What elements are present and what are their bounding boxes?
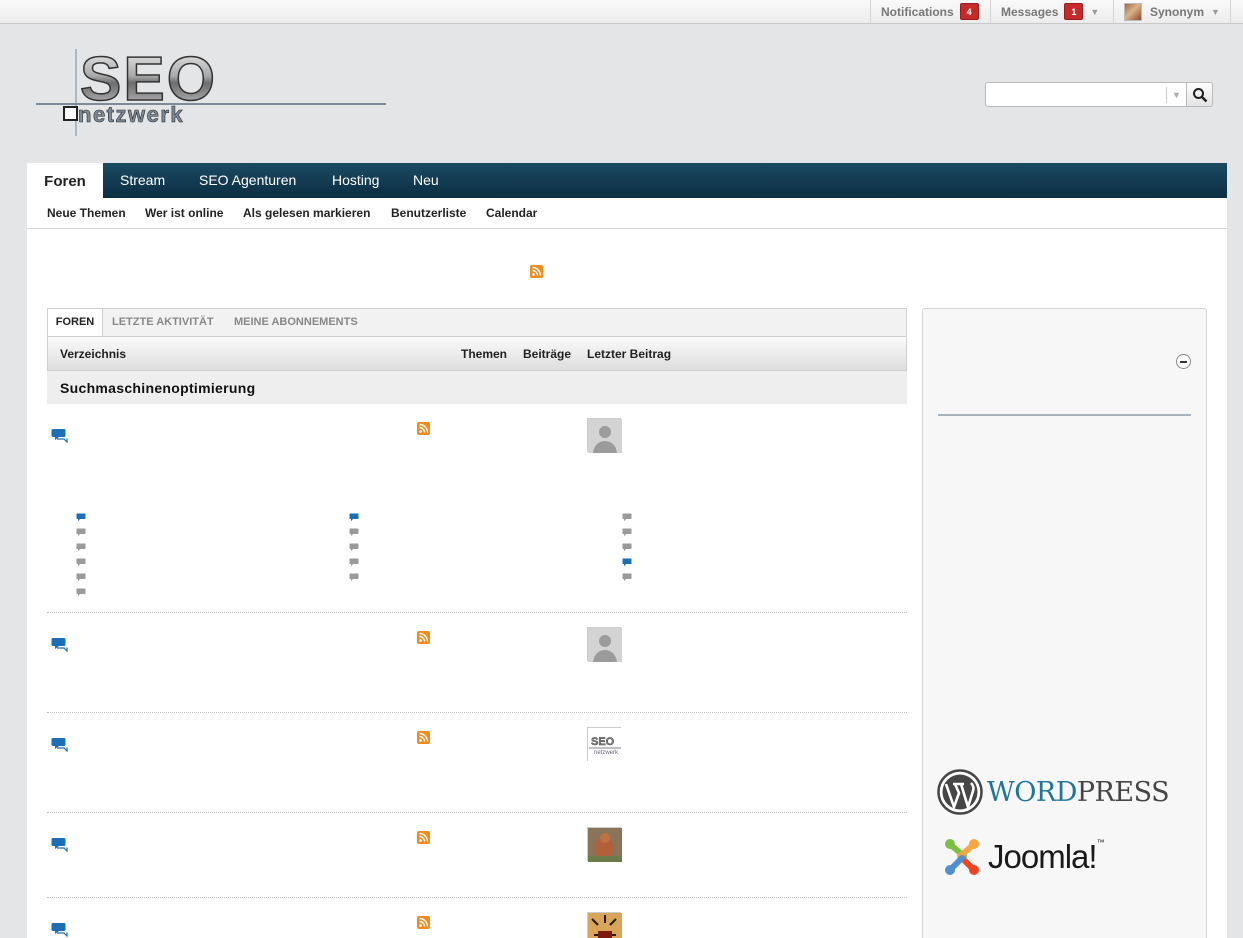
user-name: Synonym bbox=[1150, 4, 1205, 19]
top-bar: Notifications 4 Messages 1 ▼ Synonym ▼ bbox=[0, 0, 1243, 24]
rss-icon[interactable] bbox=[530, 265, 543, 278]
subnav-neue-themen[interactable]: Neue Themen bbox=[47, 206, 126, 220]
search-icon bbox=[1192, 87, 1207, 102]
search-options-dropdown[interactable]: ▼ bbox=[1166, 87, 1186, 103]
tab-foren[interactable]: FOREN bbox=[48, 309, 103, 338]
last-poster-avatar[interactable]: SEO netzwerk bbox=[587, 727, 622, 762]
chevron-down-icon: ▼ bbox=[1090, 6, 1100, 17]
sub-nav: Neue Themen Wer ist online Als gelesen m… bbox=[27, 198, 1227, 229]
wordpress-wordmark: WordPress bbox=[987, 776, 1170, 808]
site-logo[interactable]: SEO netzwerk bbox=[36, 44, 388, 136]
subnav-wer-ist-online[interactable]: Wer ist online bbox=[145, 206, 223, 220]
search-input[interactable]: ▼ bbox=[985, 82, 1187, 107]
last-poster-avatar[interactable] bbox=[587, 912, 622, 938]
subforum-icon[interactable] bbox=[622, 524, 632, 537]
subnav-calendar[interactable]: Calendar bbox=[486, 206, 537, 220]
forum-status-icon[interactable] bbox=[51, 921, 69, 938]
subforum-icon[interactable] bbox=[349, 509, 359, 522]
row-divider bbox=[47, 812, 907, 813]
nav-tab-hosting[interactable]: Hosting bbox=[332, 163, 379, 198]
wordpress-logo[interactable]: WordPress bbox=[937, 769, 1170, 815]
forum-status-icon[interactable] bbox=[51, 427, 69, 444]
nav-tab-foren[interactable]: Foren bbox=[27, 163, 103, 199]
last-poster-avatar[interactable] bbox=[587, 418, 622, 453]
subforum-icon[interactable] bbox=[76, 584, 86, 597]
subforum-icon[interactable] bbox=[349, 539, 359, 552]
messages-label: Messages bbox=[1001, 4, 1059, 19]
last-poster-avatar[interactable] bbox=[587, 627, 622, 662]
collapse-icon[interactable] bbox=[1176, 354, 1191, 369]
nav-tab-neu[interactable]: Neu bbox=[413, 163, 439, 198]
subforum-icon[interactable] bbox=[349, 524, 359, 537]
messages-menu[interactable]: Messages 1 ▼ bbox=[990, 0, 1109, 23]
joomla-logo[interactable]: Joomla!™ bbox=[942, 836, 1105, 878]
section-title: Suchmaschinenoptimierung bbox=[60, 380, 256, 396]
row-divider bbox=[47, 612, 907, 613]
subforum-icon[interactable] bbox=[76, 539, 86, 552]
column-letzter-beitrag: Letzter Beitrag bbox=[587, 347, 672, 361]
subforum-icon[interactable] bbox=[349, 554, 359, 567]
row-divider bbox=[47, 712, 907, 713]
subforum-icon[interactable] bbox=[349, 569, 359, 582]
forum-status-icon[interactable] bbox=[51, 636, 69, 653]
subforum-icon[interactable] bbox=[622, 539, 632, 552]
subforum-icon[interactable] bbox=[622, 554, 632, 567]
last-poster-avatar[interactable] bbox=[587, 827, 622, 862]
rss-icon[interactable] bbox=[417, 731, 430, 744]
joomla-wordmark: Joomla!™ bbox=[988, 838, 1105, 875]
notifications-label: Notifications bbox=[881, 4, 954, 19]
forum-section-header[interactable]: Suchmaschinenoptimierung bbox=[47, 371, 907, 404]
tab-meine-abonnements[interactable]: MEINE ABONNEMENTS bbox=[234, 309, 358, 337]
sidebar-divider bbox=[938, 414, 1191, 416]
subforum-icon[interactable] bbox=[622, 509, 632, 522]
logo-text-netzwerk: netzwerk bbox=[78, 102, 184, 127]
subforum-icon[interactable] bbox=[76, 554, 86, 567]
subforum-icon[interactable] bbox=[76, 509, 86, 522]
wordpress-icon bbox=[937, 769, 983, 815]
forum-tabs: FOREN LETZTE AKTIVITÄT MEINE ABONNEMENTS bbox=[47, 308, 907, 338]
rss-icon[interactable] bbox=[417, 831, 430, 844]
search-button[interactable] bbox=[1186, 82, 1213, 107]
notifications-menu[interactable]: Notifications 4 bbox=[870, 0, 989, 23]
nav-tab-stream[interactable]: Stream bbox=[120, 163, 165, 198]
tab-letzte-aktivitaet[interactable]: LETZTE AKTIVITÄT bbox=[112, 309, 214, 337]
subforum-icon[interactable] bbox=[76, 524, 86, 537]
main-nav: Foren Stream SEO Agenturen Hosting Neu bbox=[27, 163, 1227, 199]
subnav-als-gelesen-markieren[interactable]: Als gelesen markieren bbox=[243, 206, 370, 220]
rss-icon[interactable] bbox=[417, 916, 430, 929]
messages-badge: 1 bbox=[1064, 3, 1084, 20]
user-menu[interactable]: Synonym ▼ bbox=[1113, 0, 1231, 23]
nav-tab-seo-agenturen[interactable]: SEO Agenturen bbox=[199, 163, 296, 198]
user-avatar bbox=[1124, 2, 1142, 21]
forum-status-icon[interactable] bbox=[51, 836, 69, 853]
row-divider bbox=[47, 897, 907, 898]
notifications-badge: 4 bbox=[959, 3, 979, 20]
subnav-benutzerliste[interactable]: Benutzerliste bbox=[391, 206, 466, 220]
column-verzeichnis: Verzeichnis bbox=[60, 347, 127, 361]
subforum-icon[interactable] bbox=[622, 569, 632, 582]
svg-text:netzwerk: netzwerk bbox=[594, 750, 619, 756]
rss-icon[interactable] bbox=[417, 631, 430, 644]
chevron-down-icon: ▼ bbox=[1211, 6, 1220, 17]
subforum-icon[interactable] bbox=[76, 569, 86, 582]
column-beitraege: Beiträge bbox=[523, 347, 572, 361]
column-themen: Themen bbox=[461, 347, 508, 361]
forum-column-header: Verzeichnis Themen Beiträge Letzter Beit… bbox=[47, 336, 907, 371]
joomla-icon bbox=[945, 839, 979, 875]
svg-text:SEO: SEO bbox=[591, 736, 615, 748]
forum-status-icon[interactable] bbox=[51, 736, 69, 753]
rss-icon[interactable] bbox=[417, 422, 430, 435]
